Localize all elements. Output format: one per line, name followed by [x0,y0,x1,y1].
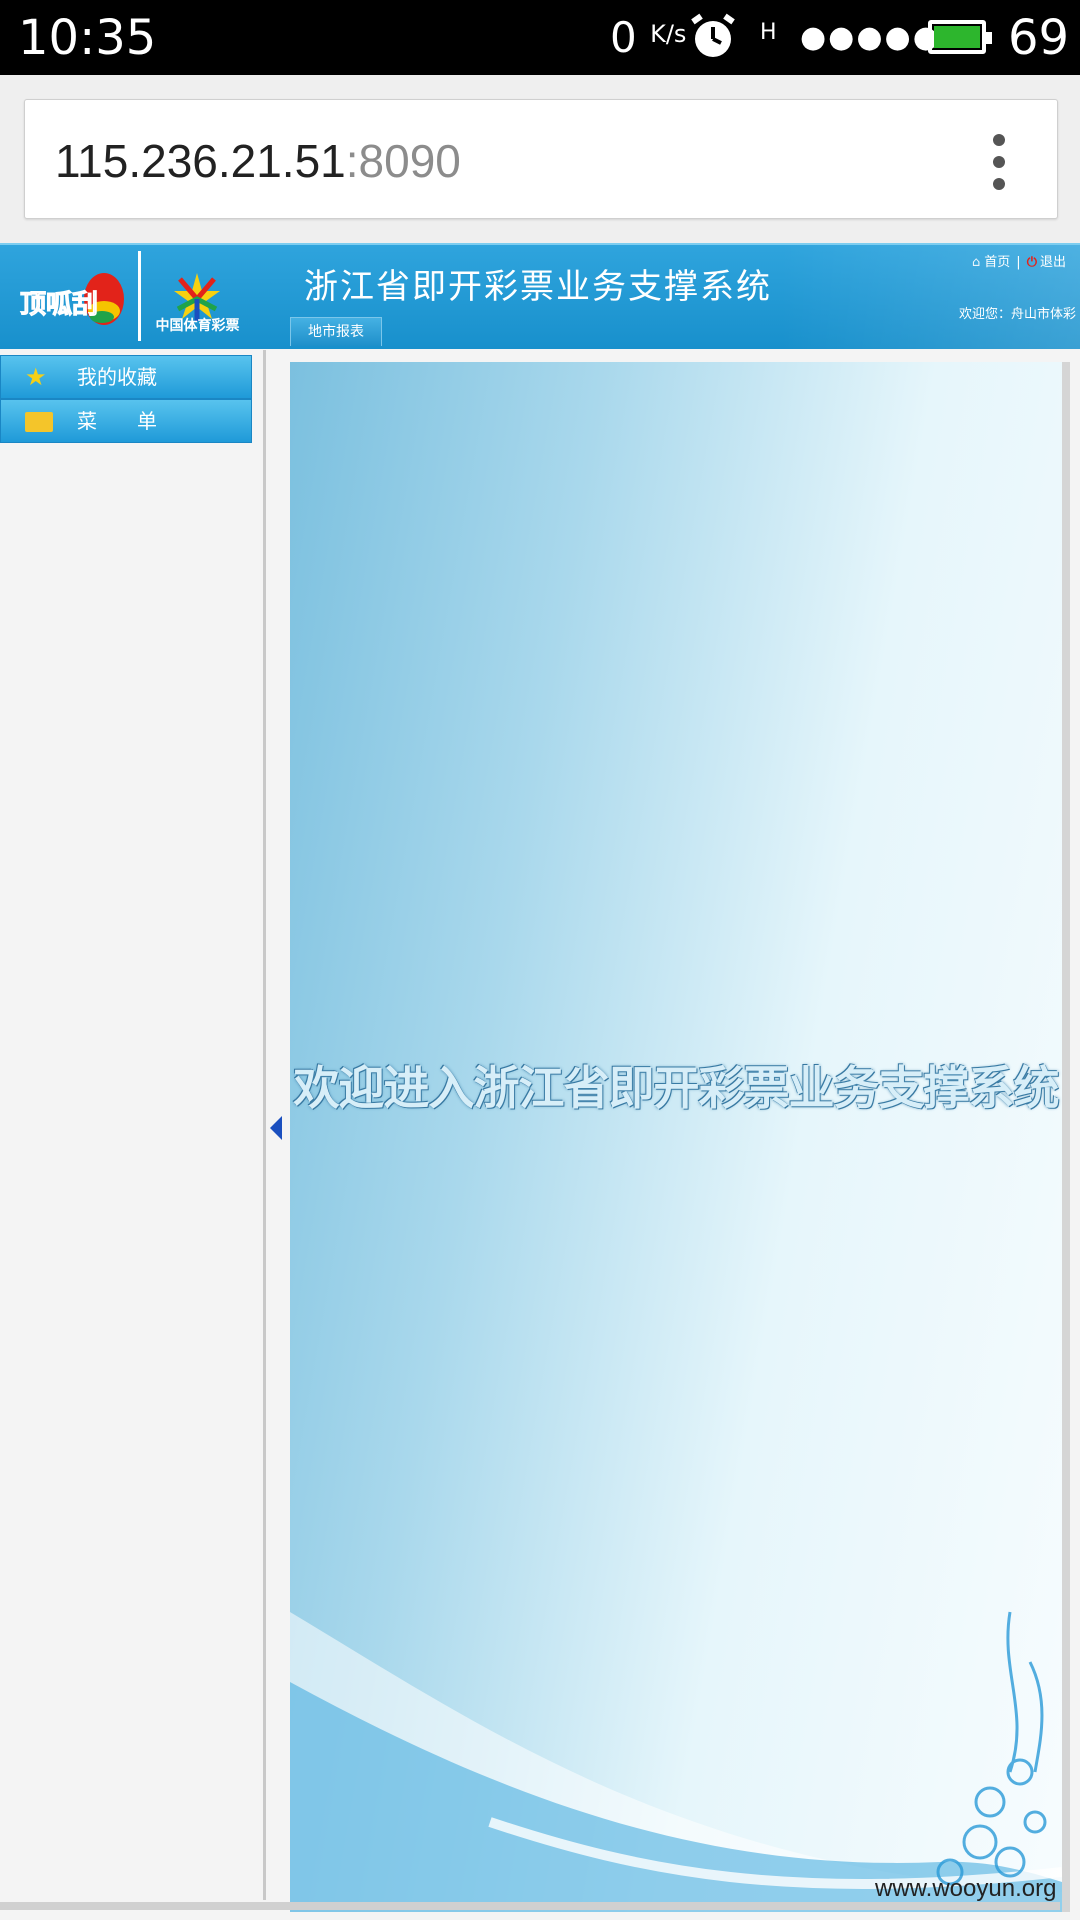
speed-unit: K/s [650,20,687,48]
logo-caption: 中国体育彩票 [155,318,240,334]
status-bar: 10:35 0 K/s H ●●●●● 69 [0,0,1080,75]
welcome-user: 欢迎您：舟山市体彩 [958,307,1076,322]
header-right-panel: ⌂ 首页 | ⏻ 退出 欢迎您：舟山市体彩 [780,245,1080,349]
logo-text: 顶呱刮 [20,290,98,320]
browser-toolbar: 115.236.21.51:8090 [0,75,1080,243]
tab-city-report[interactable]: 地市报表 [290,317,382,346]
sidebar: ★ 我的收藏 菜 单 [0,355,263,1900]
system-title: 浙江省即开彩票业务支撑系统 [304,267,772,307]
more-vert-icon[interactable] [993,134,1007,190]
logout-link[interactable]: 退出 [1040,255,1066,270]
sidebar-item-label: 菜 单 [77,409,157,433]
network-speed: 0 K/s [610,10,686,72]
battery-charging-icon [928,20,992,54]
header-links: ⌂ 首页 | ⏻ 退出 [972,251,1066,270]
main-content: 欢迎进入浙江省即开彩票业务支撑系统 [290,362,1062,1912]
welcome-banner: 欢迎进入浙江省即开彩票业务支撑系统 [293,1061,1060,1115]
home-icon: ⌂ [972,255,981,270]
power-icon: ⏻ [1026,255,1037,270]
signal-strength: ●●●●● [800,20,941,55]
vertical-scrollbar[interactable] [1062,362,1070,1912]
alarm-icon [691,13,735,57]
folder-icon [25,408,53,434]
url-text[interactable]: 115.236.21.51:8090 [55,134,461,188]
network-type: H [760,20,777,45]
star-icon: ★ [25,363,47,391]
site-header: 顶呱刮 中国体育彩票 浙江省即开彩票业务支撑系统 地市报表 ⌂ 首页 | ⏻ 退出 欢迎… [0,243,1080,349]
clock: 10:35 [18,10,157,66]
sidebar-item-menu[interactable]: 菜 单 [0,399,252,443]
sidebar-item-label: 我的收藏 [77,365,157,389]
speed-value: 0 [610,13,637,62]
battery-level: 69 [1008,10,1070,66]
collapse-arrow-icon[interactable] [270,1116,282,1140]
url-host: 115.236.21.51 [55,135,346,187]
url-port: :8090 [345,135,461,187]
sidebar-divider[interactable] [263,350,266,1900]
address-bar[interactable]: 115.236.21.51:8090 [24,99,1058,219]
logo-divider [138,251,141,341]
horizontal-scrollbar[interactable] [0,1902,1060,1910]
wave-decoration [290,1611,1062,1912]
dingguagua-logo: 顶呱刮 [20,273,124,325]
sidebar-item-favorites[interactable]: ★ 我的收藏 [0,355,252,399]
watermark: www.wooyun.org [875,1875,1057,1902]
link-separator: | [1016,255,1021,270]
home-link[interactable]: 首页 [984,255,1010,270]
